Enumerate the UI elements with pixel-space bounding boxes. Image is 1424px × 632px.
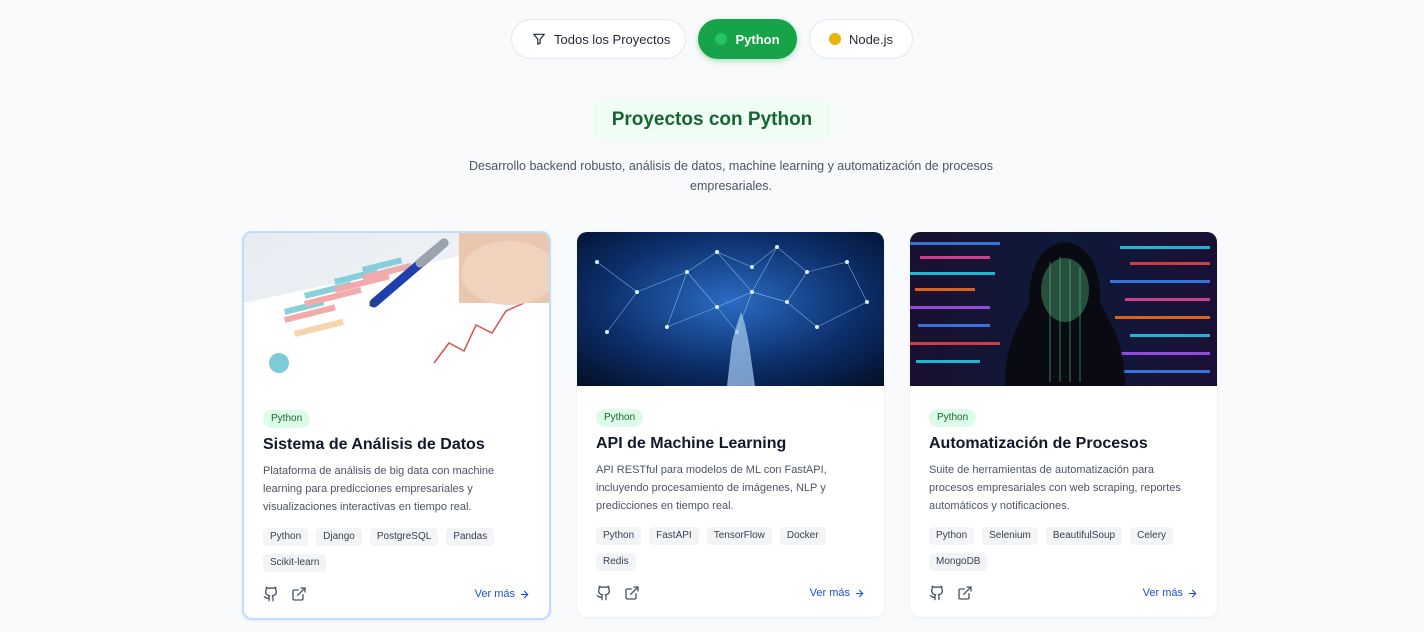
tech-tag: Docker bbox=[779, 527, 826, 545]
tech-tag: BeautifulSoup bbox=[1045, 527, 1123, 545]
see-more-link[interactable]: Ver más bbox=[810, 587, 865, 599]
tech-tag: TensorFlow bbox=[706, 527, 772, 545]
card-title: API de Machine Learning bbox=[596, 435, 787, 452]
tech-tag: Python bbox=[596, 527, 642, 545]
tech-tag: FastAPI bbox=[649, 527, 699, 545]
card-title: Automatización de Procesos bbox=[929, 435, 1148, 452]
tech-tag: MongoDB bbox=[929, 553, 988, 571]
arrow-right-icon bbox=[855, 589, 864, 597]
tech-tag: Python bbox=[263, 528, 309, 546]
section-title: Proyectos con Python bbox=[592, 99, 832, 141]
card-description: Plataforma de análisis de big data con m… bbox=[263, 465, 495, 513]
category-badge: Python bbox=[929, 409, 977, 427]
filter-bar: Todos los Proyectos Python Node.js bbox=[0, 19, 1424, 59]
github-icon[interactable] bbox=[929, 585, 945, 601]
tech-tag: Scikit-learn bbox=[263, 554, 327, 572]
category-badge: Python bbox=[263, 410, 311, 428]
tag-list: Python FastAPI TensorFlow Docker Redis bbox=[596, 527, 865, 571]
project-image-ml-api bbox=[577, 232, 884, 386]
project-image-automation bbox=[910, 232, 1217, 386]
section-description: Desarrollo backend robusto, análisis de … bbox=[469, 159, 993, 193]
project-card[interactable]: Python Sistema de Análisis de Datos Plat… bbox=[242, 231, 551, 620]
filter-icon bbox=[533, 33, 545, 45]
tech-tag: Python bbox=[929, 527, 975, 545]
filter-node-button[interactable]: Node.js bbox=[809, 19, 913, 59]
project-card[interactable]: Python API de Machine Learning API RESTf… bbox=[577, 232, 884, 617]
card-description: Suite de herramientas de automatización … bbox=[929, 464, 1181, 512]
category-badge: Python bbox=[596, 409, 644, 427]
github-icon[interactable] bbox=[263, 586, 279, 602]
tag-list: Python Django PostgreSQL Pandas Scikit-l… bbox=[263, 528, 530, 572]
project-image-data-analysis bbox=[244, 233, 549, 387]
github-icon[interactable] bbox=[596, 585, 612, 601]
tag-list: Python Selenium BeautifulSoup Celery Mon… bbox=[929, 527, 1198, 571]
external-link-icon[interactable] bbox=[957, 585, 973, 601]
arrow-right-icon bbox=[520, 590, 529, 598]
tech-tag: Selenium bbox=[982, 527, 1038, 545]
tech-tag: PostgreSQL bbox=[369, 528, 439, 546]
filter-node-label: Node.js bbox=[848, 31, 894, 47]
node-dot-icon bbox=[828, 33, 841, 45]
python-dot-icon bbox=[715, 33, 728, 45]
external-link-icon[interactable] bbox=[291, 586, 307, 602]
see-more-link[interactable]: Ver más bbox=[475, 588, 530, 600]
tech-tag: Django bbox=[316, 528, 362, 546]
card-description: API RESTful para modelos de ML con FastA… bbox=[596, 464, 827, 512]
see-more-label: Ver más bbox=[474, 588, 515, 600]
arrow-right-icon bbox=[1188, 589, 1197, 597]
tech-tag: Celery bbox=[1130, 527, 1174, 545]
filter-all-label: Todos los Proyectos bbox=[554, 31, 671, 47]
external-link-icon[interactable] bbox=[624, 585, 640, 601]
see-more-label: Ver más bbox=[1142, 587, 1183, 599]
tech-tag: Redis bbox=[596, 553, 636, 571]
see-more-label: Ver más bbox=[809, 587, 850, 599]
see-more-link[interactable]: Ver más bbox=[1143, 587, 1198, 599]
tech-tag: Pandas bbox=[446, 528, 495, 546]
section-header: Proyectos con Python bbox=[0, 99, 1424, 141]
filter-all-button[interactable]: Todos los Proyectos bbox=[511, 19, 686, 59]
project-card[interactable]: Python Automatización de Procesos Suite … bbox=[910, 232, 1217, 617]
filter-python-label: Python bbox=[735, 31, 780, 47]
card-title: Sistema de Análisis de Datos bbox=[263, 436, 485, 453]
filter-python-button[interactable]: Python bbox=[698, 19, 797, 59]
